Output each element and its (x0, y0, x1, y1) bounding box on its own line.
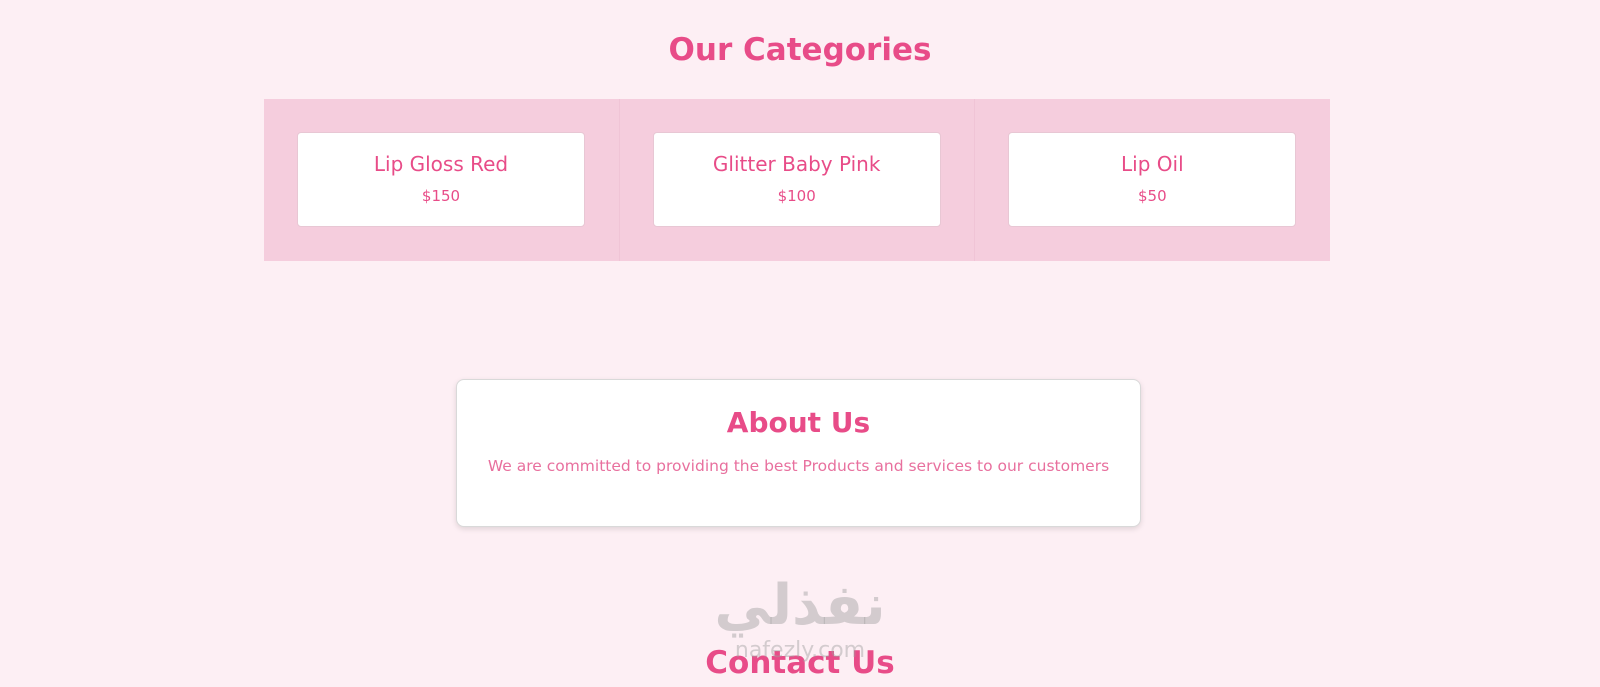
category-column: Lip Oil $50 (975, 99, 1330, 261)
category-price: $50 (1138, 187, 1167, 205)
contact-heading: Contact Us (705, 645, 895, 681)
page: Our Categories Lip Gloss Red $150 Glitte… (0, 0, 1600, 687)
category-card[interactable]: Lip Oil $50 (1008, 132, 1297, 227)
about-card: About Us We are committed to providing t… (456, 379, 1141, 527)
categories-band: Lip Gloss Red $150 Glitter Baby Pink $10… (264, 99, 1330, 261)
category-name: Lip Oil (1121, 152, 1184, 176)
category-price: $150 (421, 187, 461, 205)
category-name: Lip Gloss Red (373, 152, 509, 176)
about-description: We are committed to providing the best P… (487, 457, 1110, 475)
category-name: Glitter Baby Pink (712, 152, 881, 176)
category-column: Lip Gloss Red $150 (264, 99, 620, 261)
category-card[interactable]: Lip Gloss Red $150 (297, 132, 585, 227)
category-column: Glitter Baby Pink $100 (620, 99, 976, 261)
category-price: $100 (777, 187, 816, 205)
category-card[interactable]: Glitter Baby Pink $100 (652, 132, 941, 227)
categories-heading: Our Categories (668, 32, 932, 68)
about-heading: About Us (726, 406, 871, 439)
watermark-logo-text: نفذلي (714, 573, 886, 638)
